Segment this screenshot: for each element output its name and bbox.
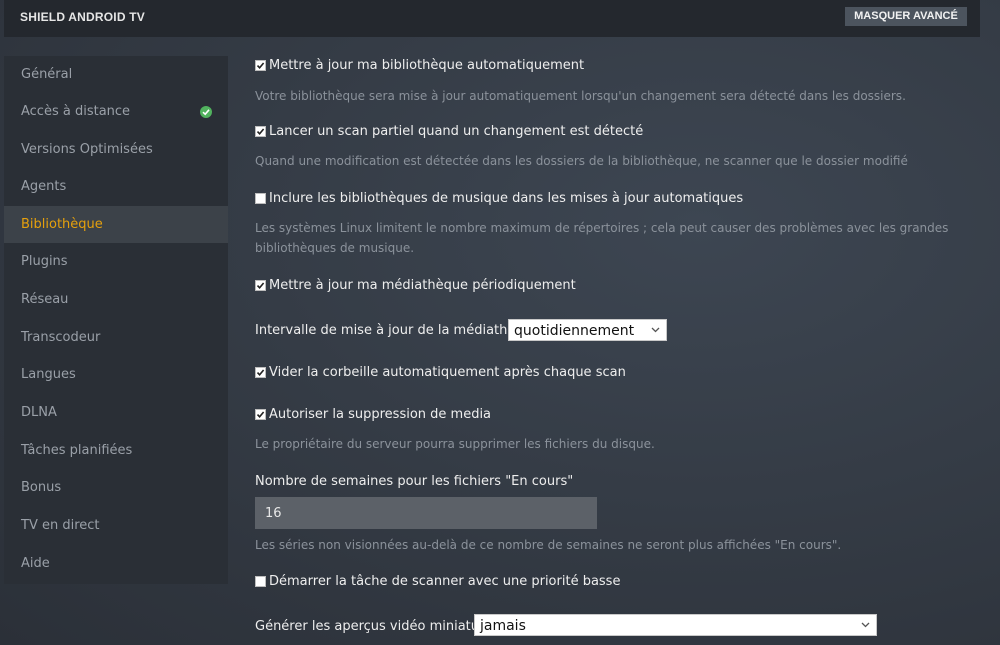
empty-trash-label: Vider la corbeille automatiquement après…: [269, 365, 626, 380]
on-deck-weeks-label: Nombre de semaines pour les fichiers "En…: [255, 474, 574, 489]
allow-delete-label: Autoriser la suppression de media: [269, 407, 492, 422]
allow-delete-help: Le propriétaire du serveur pourra suppri…: [255, 437, 655, 451]
checkbox-checked-icon[interactable]: [255, 126, 266, 137]
chevron-down-icon: [861, 622, 870, 628]
partial-scan-help: Quand une modification est détectée dans…: [255, 154, 908, 168]
update-interval-value: quotidiennement: [514, 323, 635, 339]
checkbox-unchecked-icon[interactable]: [255, 576, 266, 587]
checkbox-unchecked-icon[interactable]: [255, 193, 266, 204]
include-music-label: Inclure les bibliothèques de musique dan…: [269, 191, 744, 206]
auto-update-label: Mettre à jour ma bibliothèque automatiqu…: [269, 58, 585, 73]
auto-update-help: Votre bibliothèque sera mise à jour auto…: [255, 89, 906, 103]
periodic-update-label: Mettre à jour ma médiathèque périodiquem…: [269, 278, 576, 293]
checkbox-checked-icon[interactable]: [255, 367, 266, 378]
low-priority-scan-label: Démarrer la tâche de scanner avec une pr…: [269, 574, 621, 589]
chevron-down-icon: [651, 327, 660, 333]
update-interval-label: Intervalle de mise à jour de la médiathè…: [255, 323, 540, 338]
library-settings-panel: Mettre à jour ma bibliothèque automatiqu…: [0, 0, 1000, 645]
checkbox-checked-icon[interactable]: [255, 280, 266, 291]
include-music-help: Les systèmes Linux limitent le nombre ma…: [255, 221, 949, 255]
video-previews-select[interactable]: jamais: [474, 614, 877, 636]
checkbox-checked-icon[interactable]: [255, 60, 266, 71]
checkbox-checked-icon[interactable]: [255, 409, 266, 420]
partial-scan-label: Lancer un scan partiel quand un changeme…: [269, 124, 644, 139]
on-deck-weeks-input[interactable]: [255, 497, 597, 529]
update-interval-select[interactable]: quotidiennement: [508, 319, 667, 341]
video-previews-value: jamais: [480, 618, 526, 634]
video-previews-label: Générer les aperçus vidéo miniatures: [255, 619, 499, 634]
on-deck-weeks-help: Les séries non visionnées au-delà de ce …: [255, 538, 842, 552]
